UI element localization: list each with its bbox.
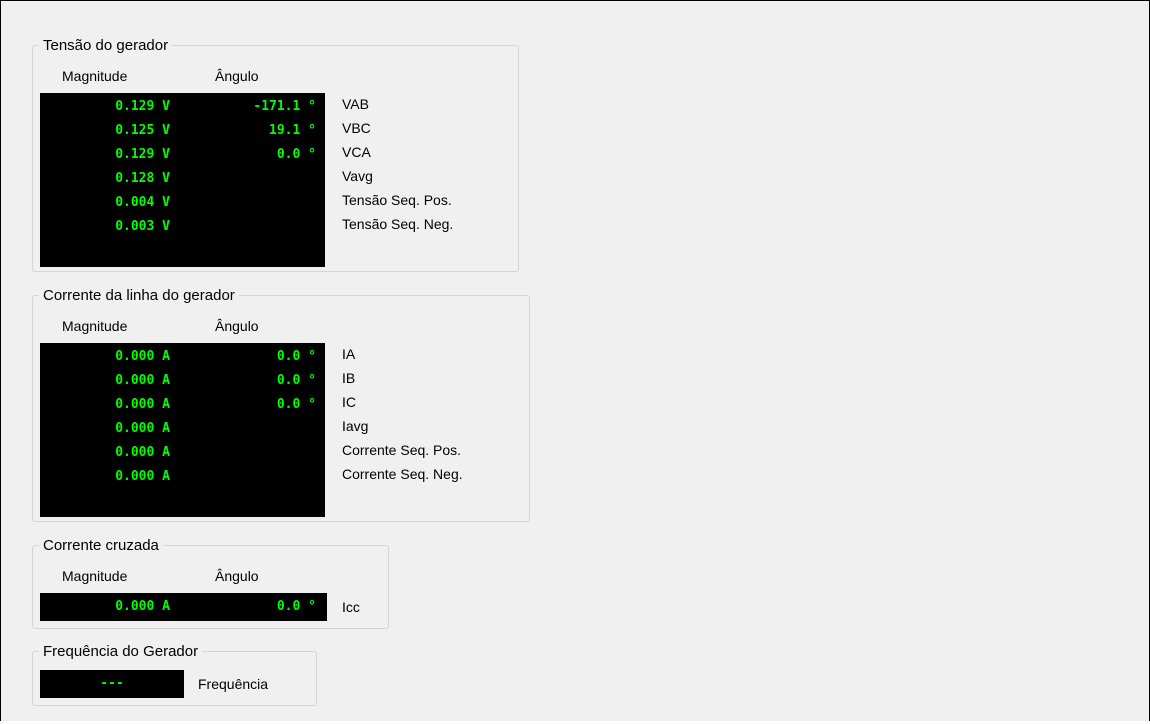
frequency-label: Frequência (198, 676, 269, 692)
quantity-label: Tensão Seq. Neg. (342, 216, 454, 232)
frequency-value: --- (100, 676, 124, 691)
group-title: Tensão do gerador (39, 37, 173, 55)
group-title: Corrente da linha do gerador (39, 287, 239, 305)
frequency-display: --- (40, 670, 184, 698)
angle-value: 0.0 ° (276, 147, 316, 162)
display-row: 0.000 A (40, 441, 325, 465)
magnitude-header: Magnitude (62, 68, 128, 84)
display-row: 0.000 A (40, 465, 325, 489)
quantity-label: IC (342, 394, 356, 410)
display-row: 0.128 V (40, 167, 325, 191)
group-title: Corrente cruzada (39, 537, 163, 555)
magnitude-value: 0.000 A (115, 397, 170, 412)
voltage-display: 0.129 V -171.1 ° 0.125 V 19.1 ° 0.129 V … (40, 93, 325, 267)
angle-value: 0.0 ° (276, 397, 316, 412)
angle-value: -171.1 ° (253, 99, 316, 114)
angle-value: 0.0 ° (276, 373, 316, 388)
display-row: 0.003 V (40, 215, 325, 239)
magnitude-value: 0.003 V (115, 219, 170, 234)
cross-current-display: 0.000 A 0.0 ° (40, 593, 327, 621)
quantity-label: Tensão Seq. Pos. (342, 192, 452, 208)
magnitude-value: 0.000 A (115, 599, 170, 614)
magnitude-value: 0.000 A (115, 373, 170, 388)
magnitude-value: 0.000 A (115, 421, 170, 436)
angle-value: 0.0 ° (276, 599, 316, 614)
display-row: 0.129 V -171.1 ° (40, 95, 325, 119)
display-row: 0.000 A 0.0 ° (40, 393, 325, 417)
display-row: 0.004 V (40, 191, 325, 215)
quantity-label: VBC (342, 120, 371, 136)
display-row: 0.000 A 0.0 ° (40, 345, 325, 369)
display-row: 0.000 A 0.0 ° (40, 369, 325, 393)
angle-header: Ângulo (215, 318, 259, 334)
magnitude-value: 0.000 A (115, 469, 170, 484)
magnitude-header: Magnitude (62, 318, 128, 334)
group-title: Frequência do Gerador (39, 643, 203, 661)
angle-header: Ângulo (215, 568, 259, 584)
quantity-label: VCA (342, 144, 371, 160)
magnitude-value: 0.000 A (115, 349, 170, 364)
angle-header: Ângulo (215, 68, 259, 84)
display-row: 0.129 V 0.0 ° (40, 143, 325, 167)
display-row: 0.000 A (40, 417, 325, 441)
quantity-label: IB (342, 370, 356, 386)
magnitude-value: 0.129 V (115, 99, 170, 114)
angle-value: 19.1 ° (269, 123, 316, 138)
current-display: 0.000 A 0.0 ° 0.000 A 0.0 ° 0.000 A 0.0 … (40, 343, 325, 517)
magnitude-value: 0.129 V (115, 147, 170, 162)
magnitude-value: 0.128 V (115, 171, 170, 186)
quantity-label: VAB (342, 96, 369, 112)
quantity-label: Vavg (342, 168, 373, 184)
angle-value: 0.0 ° (276, 349, 316, 364)
quantity-label: IA (342, 346, 356, 362)
quantity-label: Iavg (342, 418, 369, 434)
magnitude-value: 0.125 V (115, 123, 170, 138)
display-row: 0.125 V 19.1 ° (40, 119, 325, 143)
magnitude-header: Magnitude (62, 568, 128, 584)
magnitude-value: 0.000 A (115, 445, 170, 460)
display-row: 0.000 A 0.0 ° (40, 595, 327, 619)
magnitude-value: 0.004 V (115, 195, 170, 210)
quantity-label: Corrente Seq. Pos. (342, 442, 462, 458)
quantity-label: Corrente Seq. Neg. (342, 466, 463, 482)
quantity-label: Icc (342, 599, 360, 615)
